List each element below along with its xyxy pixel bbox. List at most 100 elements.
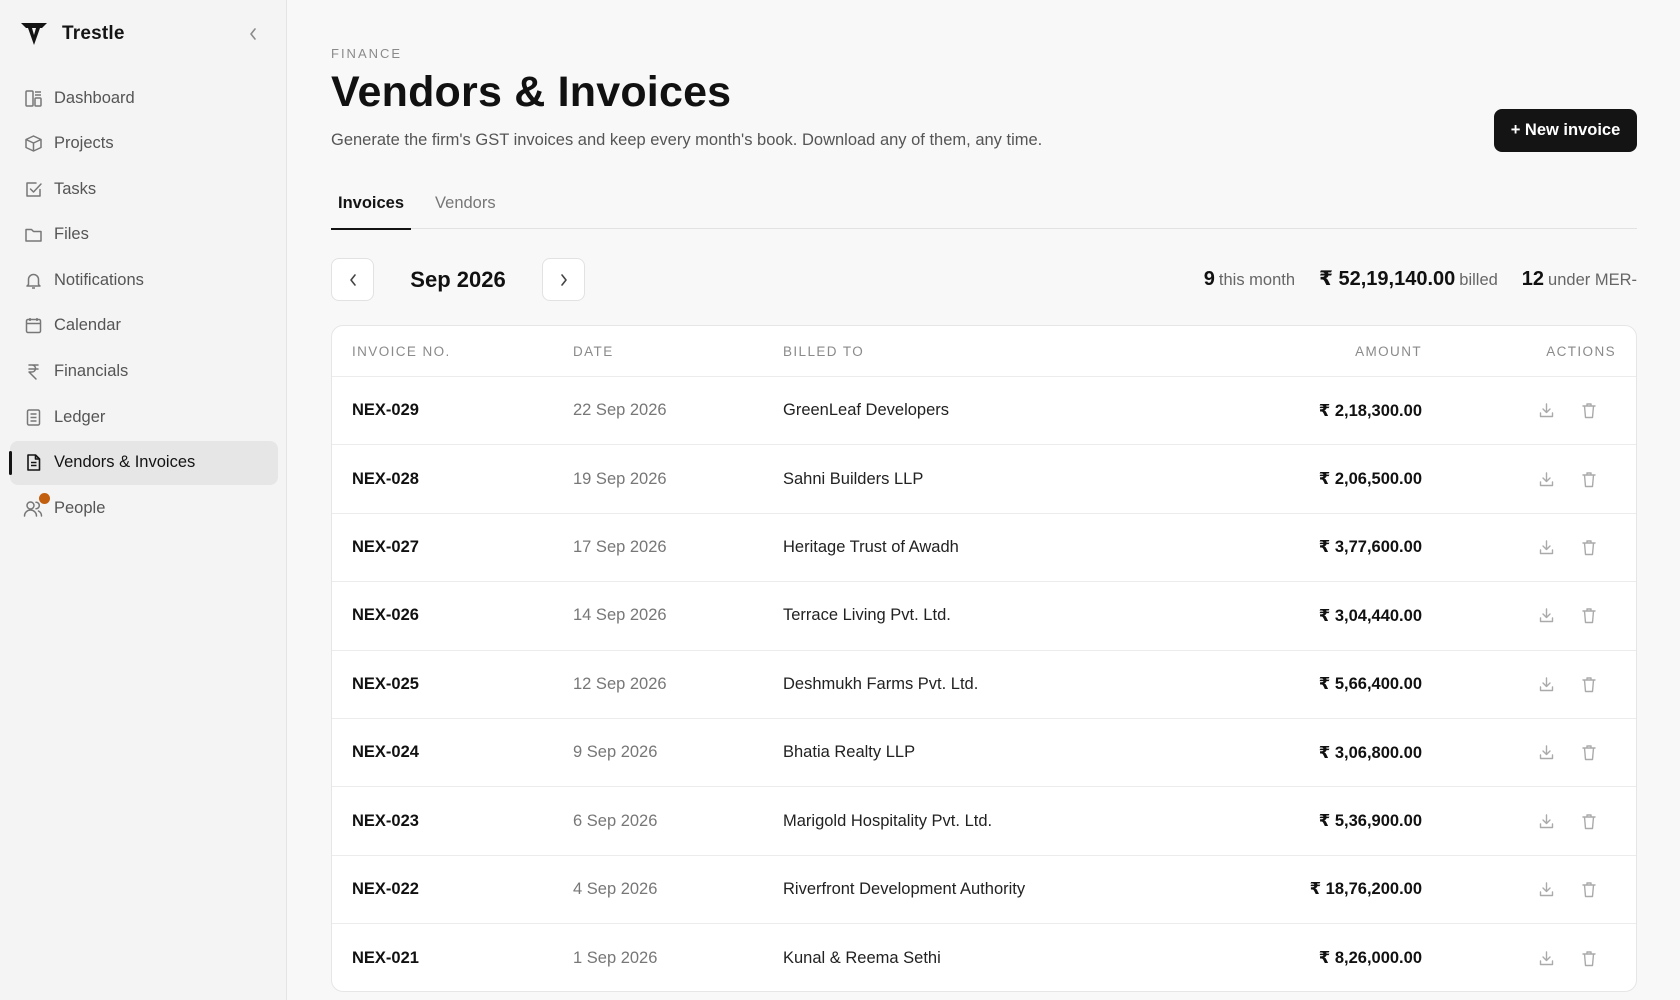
table-row[interactable]: NEX-023 6 Sep 2026 Marigold Hospitality … <box>332 787 1636 856</box>
chevron-left-icon <box>250 28 256 40</box>
sidebar-item-label: Files <box>54 225 89 244</box>
sidebar-item-label: Calendar <box>54 316 121 335</box>
sidebar-item-ledger[interactable]: Ledger <box>10 395 278 439</box>
table-header: INVOICE NO. DATE BILLED TO AMOUNT ACTION… <box>332 326 1636 377</box>
download-button[interactable] <box>1536 743 1556 763</box>
download-button[interactable] <box>1536 537 1556 557</box>
sidebar-item-notifications[interactable]: Notifications <box>10 258 278 302</box>
delete-button[interactable] <box>1579 469 1599 489</box>
download-button[interactable] <box>1536 948 1556 968</box>
delete-button[interactable] <box>1579 606 1599 626</box>
chevron-right-icon <box>560 273 567 286</box>
sidebar-item-tasks[interactable]: Tasks <box>10 167 278 211</box>
sidebar-item-calendar[interactable]: Calendar <box>10 304 278 348</box>
column-header-amount[interactable]: AMOUNT <box>1355 344 1422 359</box>
delete-button[interactable] <box>1579 674 1599 694</box>
table-row[interactable]: NEX-025 12 Sep 2026 Deshmukh Farms Pvt. … <box>332 651 1636 719</box>
tab-invoices[interactable]: Invoices <box>331 186 412 230</box>
document-icon <box>23 453 43 473</box>
rupee-icon <box>23 362 43 382</box>
tab-vendors[interactable]: Vendors <box>428 186 503 229</box>
invoice-number: NEX-024 <box>352 743 419 762</box>
section-eyebrow: FINANCE <box>331 46 403 61</box>
invoice-amount: ₹ 5,66,400.00 <box>1318 675 1422 694</box>
sidebar-item-label: Tasks <box>54 179 97 198</box>
download-button[interactable] <box>1536 606 1556 626</box>
billed-to: Terrace Living Pvt. Ltd. <box>783 606 951 625</box>
invoice-date: 22 Sep 2026 <box>573 401 667 420</box>
invoice-date: 9 Sep 2026 <box>573 743 658 762</box>
column-header-date[interactable]: DATE <box>573 344 614 359</box>
sidebar-item-files[interactable]: Files <box>10 213 278 257</box>
table-body: NEX-029 22 Sep 2026 GreenLeaf Developers… <box>332 377 1636 991</box>
checkbox-icon <box>23 179 43 199</box>
sidebar-item-projects[interactable]: Projects <box>10 122 278 166</box>
sidebar-item-financials[interactable]: Financials <box>10 350 278 394</box>
brand[interactable]: Trestle <box>20 20 125 48</box>
billed-to: Kunal & Reema Sethi <box>783 948 941 967</box>
notification-badge <box>39 493 50 505</box>
delete-button[interactable] <box>1579 743 1599 763</box>
collapse-sidebar-button[interactable] <box>244 23 262 45</box>
sidebar-item-people[interactable]: People <box>10 486 278 530</box>
new-invoice-button[interactable]: + New invoice <box>1494 109 1637 152</box>
delete-button[interactable] <box>1579 948 1599 968</box>
sidebar-item-dashboard[interactable]: Dashboard <box>10 76 278 120</box>
trash-icon <box>1582 813 1596 829</box>
row-actions <box>1536 879 1599 899</box>
table-row[interactable]: NEX-021 1 Sep 2026 Kunal & Reema Sethi ₹… <box>332 924 1636 991</box>
sidebar-nav: Dashboard Projects Tasks Files Notificat… <box>9 76 278 532</box>
invoice-date: 1 Sep 2026 <box>573 948 658 967</box>
invoice-number: NEX-025 <box>352 674 419 693</box>
trash-icon <box>1582 471 1596 487</box>
delete-button[interactable] <box>1579 811 1599 831</box>
delete-button[interactable] <box>1579 879 1599 899</box>
delete-button[interactable] <box>1579 401 1599 421</box>
download-button[interactable] <box>1536 879 1556 899</box>
column-header-billed-to[interactable]: BILLED TO <box>783 344 864 359</box>
table-row[interactable]: NEX-022 4 Sep 2026 Riverfront Developmen… <box>332 856 1636 925</box>
invoice-amount: ₹ 2,18,300.00 <box>1318 401 1422 420</box>
sidebar-item-label: Ledger <box>54 407 106 426</box>
download-button[interactable] <box>1536 469 1556 489</box>
invoice-number: NEX-021 <box>352 948 419 967</box>
billed-to: Sahni Builders LLP <box>783 469 924 488</box>
table-row[interactable]: NEX-026 14 Sep 2026 Terrace Living Pvt. … <box>332 582 1636 651</box>
sidebar-item-vendors-invoices[interactable]: Vendors & Invoices <box>9 440 278 485</box>
download-button[interactable] <box>1536 401 1556 421</box>
invoice-amount: ₹ 3,77,600.00 <box>1318 538 1422 557</box>
sidebar-item-label: Vendors & Invoices <box>54 453 196 472</box>
download-button[interactable] <box>1536 811 1556 831</box>
table-row[interactable]: NEX-027 17 Sep 2026 Heritage Trust of Aw… <box>332 514 1636 583</box>
download-icon <box>1539 471 1553 486</box>
trash-icon <box>1582 403 1596 419</box>
row-actions <box>1536 674 1599 694</box>
trash-icon <box>1582 882 1596 898</box>
previous-month-button[interactable] <box>331 258 374 301</box>
stat-count-label: this month <box>1218 271 1296 289</box>
stat-count: 9 this month <box>1204 268 1295 291</box>
trash-icon <box>1582 745 1596 761</box>
calendar-icon <box>23 316 43 336</box>
month-navigator: Sep 2026 <box>331 258 585 301</box>
table-row[interactable]: NEX-029 22 Sep 2026 GreenLeaf Developers… <box>332 377 1636 446</box>
row-actions <box>1536 606 1599 626</box>
download-button[interactable] <box>1536 674 1556 694</box>
billed-to: Heritage Trust of Awadh <box>783 537 959 556</box>
column-header-invoice-no[interactable]: INVOICE NO. <box>352 344 451 359</box>
download-icon <box>1539 813 1553 828</box>
download-icon <box>1539 540 1553 555</box>
chevron-left-icon <box>349 273 356 286</box>
download-icon <box>1539 745 1553 760</box>
delete-button[interactable] <box>1579 537 1599 557</box>
billed-to: Deshmukh Farms Pvt. Ltd. <box>783 674 979 693</box>
page-title: Vendors & Invoices <box>331 68 732 116</box>
stat-billed: ₹ 52,19,140.00 billed <box>1319 266 1498 291</box>
folder-icon <box>23 225 43 245</box>
table-row[interactable]: NEX-028 19 Sep 2026 Sahni Builders LLP ₹… <box>332 445 1636 514</box>
stat-billed-value: ₹ 52,19,140.00 <box>1319 268 1456 290</box>
table-row[interactable]: NEX-024 9 Sep 2026 Bhatia Realty LLP ₹ 3… <box>332 719 1636 788</box>
next-month-button[interactable] <box>542 258 585 301</box>
invoice-amount: ₹ 8,26,000.00 <box>1318 949 1422 968</box>
row-actions <box>1536 401 1599 421</box>
